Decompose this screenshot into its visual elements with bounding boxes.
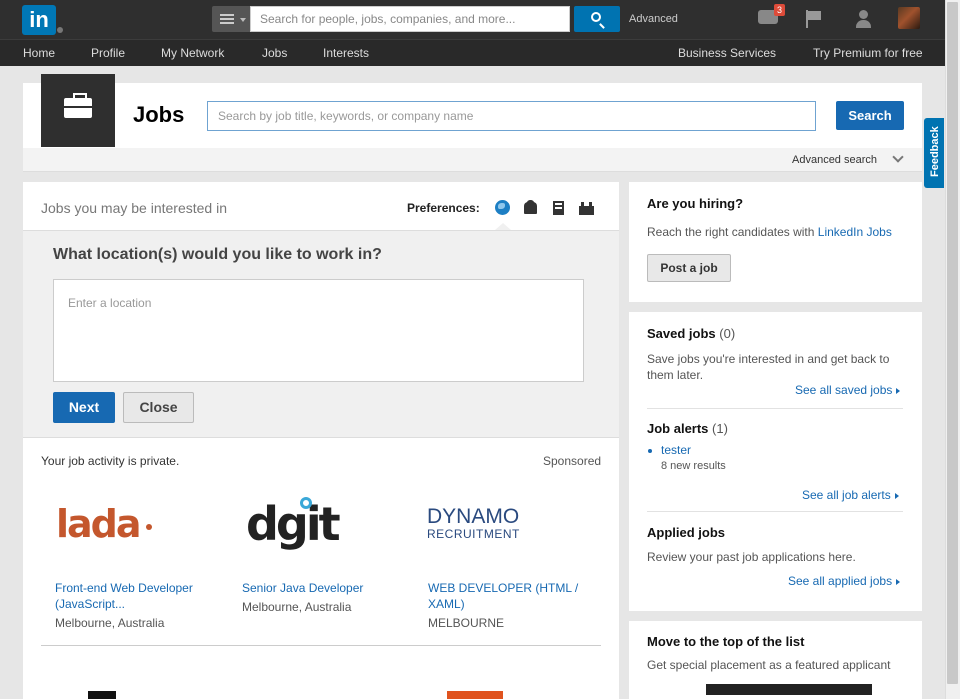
- company-logo-dynamo[interactable]: DYNAMO RECRUITMENT: [427, 506, 520, 562]
- global-search-input[interactable]: Search for people, jobs, companies, and …: [250, 6, 570, 32]
- linkedin-jobs-link[interactable]: LinkedIn Jobs: [818, 225, 892, 239]
- pointer-arrow: [495, 223, 511, 230]
- lada-logo-text: lada: [56, 502, 142, 546]
- saved-jobs-heading: Saved jobs (0): [647, 326, 735, 341]
- briefcase-icon: [64, 93, 92, 118]
- job-alerts-count: (1): [712, 421, 728, 436]
- advanced-search-strip: [23, 148, 922, 172]
- caret-right-icon: [896, 387, 901, 394]
- scrollbar-thumb[interactable]: [947, 2, 958, 684]
- nav-business-services[interactable]: Business Services: [678, 46, 776, 60]
- nav-jobs[interactable]: Jobs: [262, 46, 287, 60]
- nav-my-network[interactable]: My Network: [161, 46, 224, 60]
- advanced-search-link[interactable]: Advanced: [629, 13, 678, 25]
- job-alert-link[interactable]: tester: [661, 443, 691, 457]
- saved-jobs-count: (0): [719, 326, 736, 341]
- job-location: MELBOURNE: [428, 616, 505, 630]
- job-search-button[interactable]: Search: [836, 101, 904, 130]
- messages-badge: 3: [774, 4, 785, 16]
- job-title-link[interactable]: WEB DEVELOPER (HTML / XAML): [428, 580, 578, 612]
- see-all-applied-jobs-label: See all applied jobs: [788, 574, 893, 588]
- job-title-line: WEB DEVELOPER (HTML /: [428, 581, 579, 595]
- featured-applicant-graphic: [706, 684, 872, 695]
- hiring-text-body: Reach the right candidates with: [647, 225, 815, 239]
- bullet-icon: [648, 449, 652, 453]
- see-all-applied-jobs-link[interactable]: See all applied jobs: [788, 574, 901, 588]
- post-job-button[interactable]: Post a job: [647, 254, 731, 282]
- feedback-label: Feedback: [929, 126, 941, 177]
- move-top-heading: Move to the top of the list: [647, 634, 805, 649]
- applied-jobs-text: Review your past job applications here.: [647, 550, 856, 564]
- caret-right-icon: [894, 492, 899, 499]
- saved-jobs-title: Saved jobs: [647, 326, 716, 341]
- job-location: Melbourne, Australia: [55, 616, 165, 630]
- job-title-line: XAML): [428, 597, 465, 611]
- nav-profile[interactable]: Profile: [91, 46, 125, 60]
- caret-right-icon: [896, 578, 901, 585]
- add-connection-icon[interactable]: [852, 10, 872, 28]
- preferences-label: Preferences:: [407, 201, 480, 215]
- location-question: What location(s) would you like to work …: [53, 246, 382, 263]
- job-title-link[interactable]: Senior Java Developer: [242, 580, 363, 596]
- divider: [647, 408, 903, 409]
- search-icon: [591, 12, 601, 22]
- dynamo-logo-line: DYNAMO: [427, 505, 520, 528]
- avatar[interactable]: [898, 7, 920, 29]
- jobs-icon-box: [41, 74, 115, 147]
- nav-home[interactable]: Home: [23, 46, 55, 60]
- gear-icon: [300, 497, 312, 509]
- linkedin-logo[interactable]: in: [22, 5, 56, 35]
- company-building-icon[interactable]: [551, 200, 566, 215]
- saved-jobs-text: Save jobs you're interested in and get b…: [647, 351, 889, 383]
- logo-dot: [57, 27, 63, 33]
- people-icon[interactable]: [523, 200, 538, 215]
- applied-jobs-heading: Applied jobs: [647, 525, 725, 540]
- saved-jobs-text-line: Save jobs you're interested in and get b…: [647, 352, 890, 366]
- location-globe-icon[interactable]: [495, 200, 510, 215]
- job-location: Melbourne, Australia: [242, 600, 352, 614]
- company-logo-lada[interactable]: lada: [56, 496, 152, 552]
- see-all-job-alerts-link[interactable]: See all job alerts: [802, 488, 899, 502]
- industry-factory-icon[interactable]: [579, 200, 594, 215]
- advanced-search-toggle[interactable]: Advanced search: [792, 154, 877, 166]
- job-alert-results: 8 new results: [661, 460, 726, 472]
- job-title-line: Front-end Web Developer: [55, 581, 193, 595]
- move-top-text: Get special placement as a featured appl…: [647, 658, 891, 672]
- global-search-button[interactable]: [574, 6, 620, 32]
- saved-jobs-text-line: them later.: [647, 368, 704, 382]
- see-all-saved-jobs-link[interactable]: See all saved jobs: [795, 383, 901, 397]
- lada-logo-dot: [145, 523, 152, 530]
- divider: [647, 511, 903, 512]
- sponsored-label: Sponsored: [543, 454, 602, 468]
- job-title-link[interactable]: Front-end Web Developer (JavaScript...: [55, 580, 193, 612]
- dynamo-logo-line: RECRUITMENT: [427, 527, 520, 541]
- search-category-dropdown[interactable]: [212, 6, 250, 32]
- company-logo-dgit[interactable]: dgit: [246, 496, 341, 552]
- menu-icon: [220, 14, 234, 24]
- job-search-input[interactable]: Search by job title, keywords, or compan…: [207, 101, 816, 131]
- flag-icon[interactable]: [806, 10, 822, 28]
- location-input[interactable]: Enter a location: [66, 291, 230, 315]
- job-alerts-title: Job alerts: [647, 421, 709, 436]
- job-title-line: (JavaScript...: [55, 597, 126, 611]
- section-title: Jobs you may be interested in: [41, 200, 227, 216]
- company-logo-partial[interactable]: [447, 691, 503, 699]
- job-alerts-heading: Job alerts (1): [647, 421, 728, 436]
- feedback-tab[interactable]: Feedback: [924, 118, 944, 188]
- job-title-line: Senior Java Developer: [242, 581, 364, 595]
- see-all-saved-jobs-label: See all saved jobs: [795, 383, 893, 397]
- close-button[interactable]: Close: [123, 392, 194, 423]
- nav-interests[interactable]: Interests: [323, 46, 369, 60]
- see-all-job-alerts-label: See all job alerts: [802, 488, 891, 502]
- nav-bar: Home Profile My Network Jobs Interests B…: [0, 39, 945, 66]
- next-button[interactable]: Next: [53, 392, 115, 423]
- activity-private-note: Your job activity is private.: [41, 454, 180, 468]
- hiring-text: Reach the right candidates with LinkedIn…: [647, 224, 892, 240]
- company-logo-partial[interactable]: [88, 691, 116, 699]
- nav-try-premium[interactable]: Try Premium for free: [813, 46, 923, 60]
- divider: [41, 645, 601, 646]
- hiring-heading: Are you hiring?: [647, 196, 744, 211]
- caret-down-icon: [240, 18, 246, 22]
- page-title: Jobs: [133, 102, 185, 127]
